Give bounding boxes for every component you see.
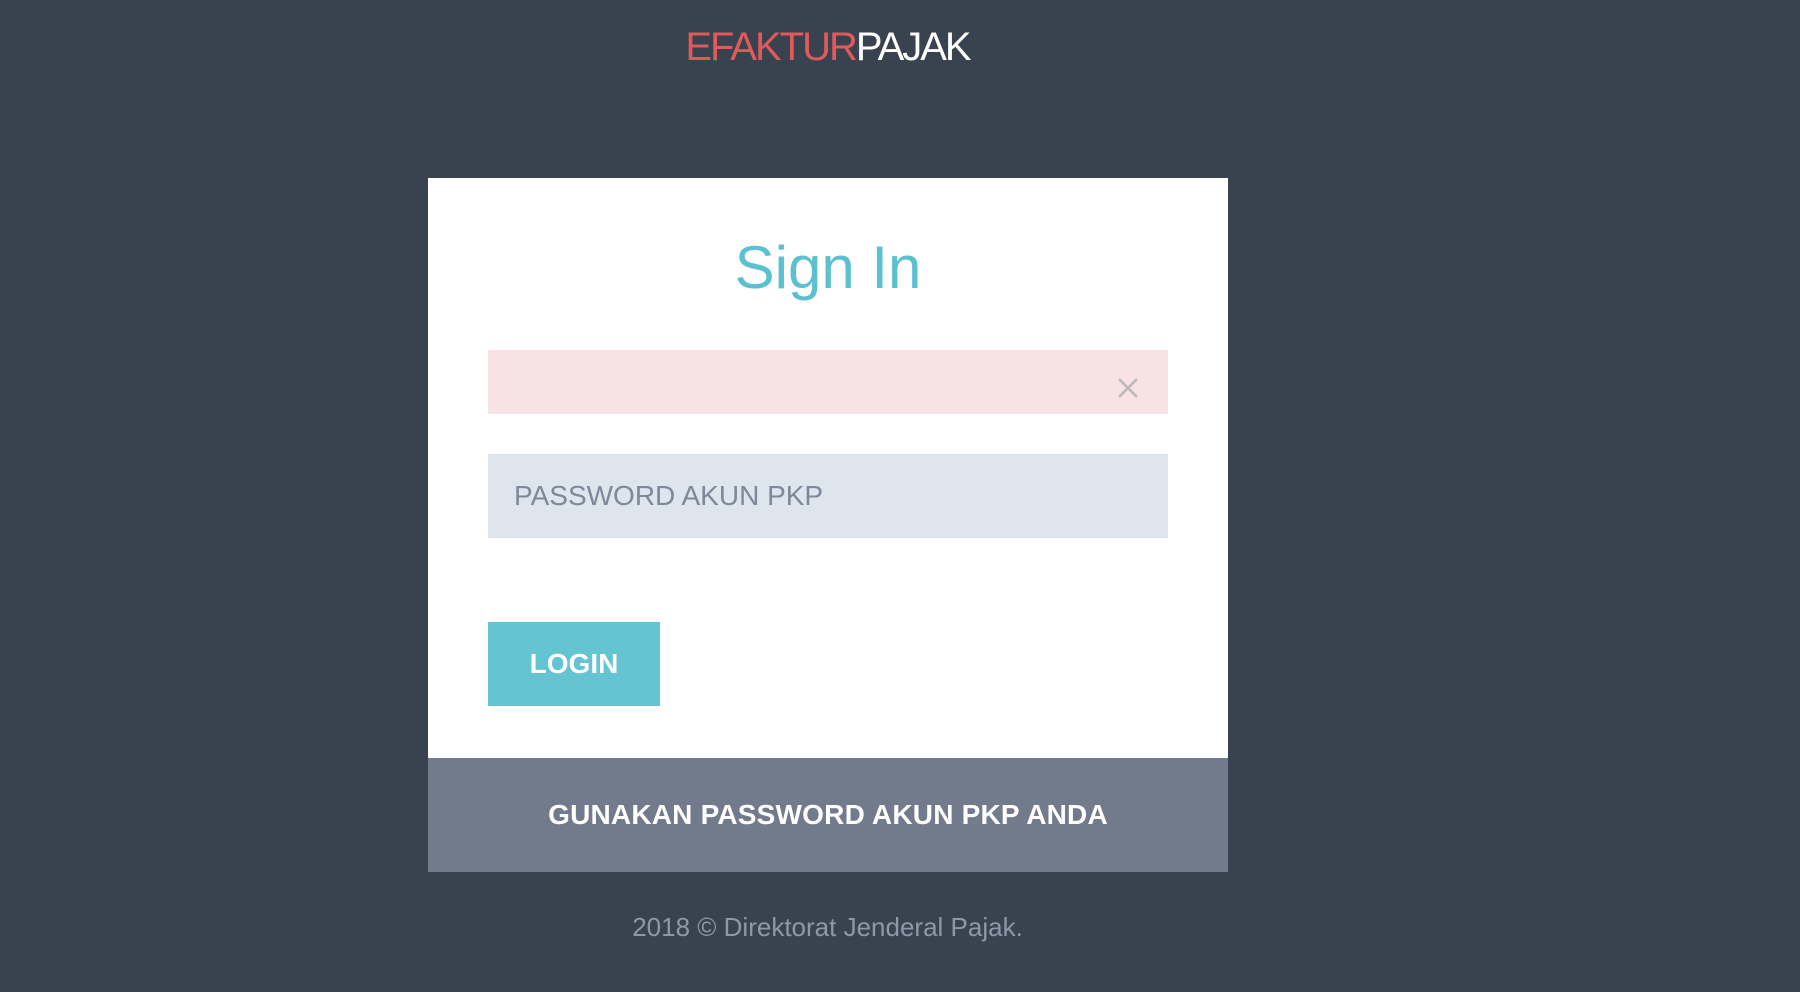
card-footer: GUNAKAN PASSWORD AKUN PKP ANDA [428,758,1228,872]
password-input[interactable] [488,454,1168,538]
brand-logo: EFAKTURPAJAK [0,22,1655,72]
login-card: Sign In LOGIN [428,178,1228,758]
use-pkp-password-link[interactable]: GUNAKAN PASSWORD AKUN PKP ANDA [548,799,1108,831]
close-icon[interactable] [1116,376,1140,400]
page-title: Sign In [734,234,922,301]
brand-logo-part1: EFAKTUR [685,25,857,69]
username-field-wrapper [488,350,1168,414]
password-field-wrapper [488,454,1168,538]
brand-logo-part2: PAJAK [855,25,972,69]
login-button[interactable]: LOGIN [488,622,660,706]
copyright-text: 2018 © Direktorat Jenderal Pajak. [632,912,1023,942]
username-input[interactable] [488,350,1140,414]
